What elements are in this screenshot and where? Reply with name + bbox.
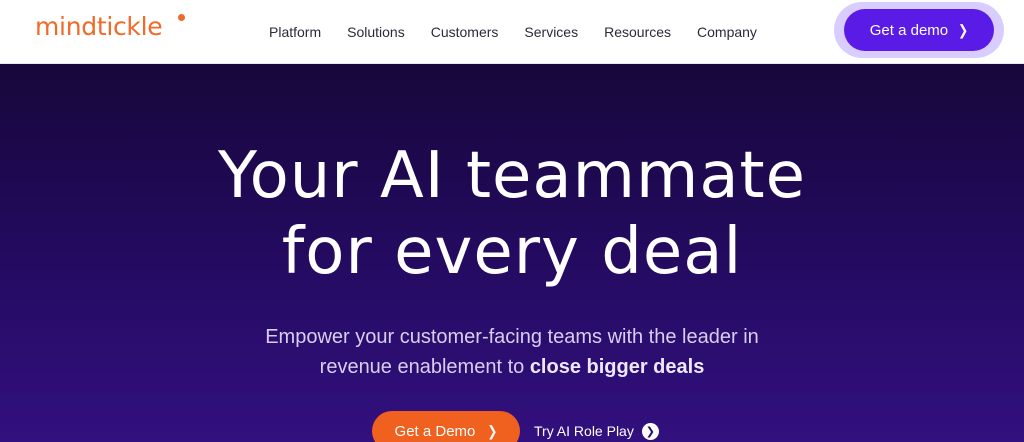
hero-sub-line-1: Empower your customer-facing teams with …	[265, 326, 759, 348]
mindtickle-logo[interactable]: mindtickle	[35, 12, 163, 41]
nav-item-company[interactable]: Company	[684, 24, 770, 40]
chevron-right-icon: ❯	[958, 21, 969, 39]
site-header: mindtickle Platform Solutions Customers …	[0, 0, 1024, 64]
hero-sub-plain: revenue enablement to	[319, 356, 525, 378]
hero-get-a-demo-label: Get a Demo	[394, 422, 476, 440]
main-nav: Platform Solutions Customers Services Re…	[256, 0, 770, 64]
hero-headline: Your AI teammate for every deal	[0, 138, 1024, 290]
hero-sub-line-2: revenue enablement to close bigger deals	[0, 352, 1024, 382]
get-a-demo-label: Get a demo	[869, 21, 949, 39]
try-ai-role-play-label: Try AI Role Play	[534, 423, 634, 439]
nav-item-customers[interactable]: Customers	[418, 24, 512, 40]
hero-subheading: Empower your customer-facing teams with …	[0, 322, 1024, 382]
get-a-demo-button[interactable]: Get a demo ❯	[844, 9, 994, 51]
circle-chevron-right-icon: ❯	[641, 422, 659, 440]
hero-cta-row: Get a Demo ❯ Try AI Role Play ❯	[372, 411, 659, 442]
hero-section: Your AI teammate for every deal Empower …	[0, 64, 1024, 442]
hero-headline-line-1: Your AI teammate	[217, 139, 807, 213]
nav-item-solutions[interactable]: Solutions	[334, 24, 418, 40]
chevron-right-icon: ❯	[487, 422, 498, 440]
try-ai-role-play-link[interactable]: Try AI Role Play ❯	[534, 422, 659, 440]
nav-item-services[interactable]: Services	[511, 24, 591, 40]
hero-sub-emphasis: close bigger deals	[529, 356, 705, 378]
hero-headline-line-2: for every deal	[281, 215, 743, 289]
registered-mark-icon	[178, 14, 185, 21]
hero-get-a-demo-button[interactable]: Get a Demo ❯	[372, 411, 520, 442]
nav-item-resources[interactable]: Resources	[591, 24, 684, 40]
nav-item-platform[interactable]: Platform	[256, 24, 334, 40]
